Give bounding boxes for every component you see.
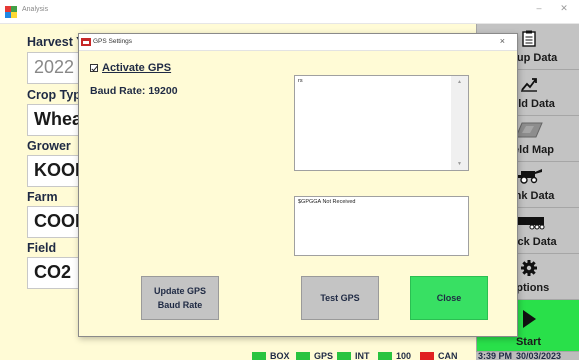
dialog-titlebar: GPS Settings × xyxy=(79,34,517,51)
app-logo-icon xyxy=(5,6,17,18)
status-time: 3:39 PM xyxy=(478,351,513,360)
activate-gps-label[interactable]: Activate GPS xyxy=(102,62,171,74)
baud-rate-text: Baud Rate: 19200 xyxy=(90,85,178,97)
status-gps: GPS xyxy=(296,352,333,360)
gps-settings-dialog: GPS Settings × Activate GPS Baud Rate: 1… xyxy=(78,33,518,337)
status-date: 30/03/2023 xyxy=(516,351,562,360)
status-label: BOX xyxy=(270,351,290,360)
status-box: BOX xyxy=(252,352,290,360)
sidebar-item-label: Start xyxy=(515,336,542,348)
gps-log-textbox[interactable]: rs ▲ ▼ xyxy=(294,75,469,171)
gps-status-textbox[interactable]: $GPGGA Not Received xyxy=(294,196,469,256)
grower-label: Grower xyxy=(27,139,71,153)
status-indicator xyxy=(252,352,266,360)
window-titlebar: Analysis – ✕ xyxy=(0,0,579,24)
status-label: CAN xyxy=(438,351,458,360)
status-indicator xyxy=(296,352,310,360)
status-indicator xyxy=(378,352,392,360)
farm-label: Farm xyxy=(27,190,58,204)
status-indicator xyxy=(337,352,351,360)
window-title: Analysis xyxy=(22,6,49,13)
status-100: 100 xyxy=(378,352,411,360)
status-clock: 3:39 PM 30/03/2023 xyxy=(478,352,561,360)
dialog-app-icon xyxy=(81,38,91,46)
activate-gps-checkbox[interactable] xyxy=(90,64,98,72)
status-int: INT xyxy=(337,352,370,360)
window-close-button[interactable]: ✕ xyxy=(557,3,571,14)
gps-status-text: $GPGGA Not Received xyxy=(298,199,356,205)
dialog-close-icon[interactable]: × xyxy=(500,36,505,46)
close-button[interactable]: Close xyxy=(410,276,488,320)
status-label: INT xyxy=(355,351,370,360)
update-gps-baud-rate-button[interactable]: Update GPS Baud Rate xyxy=(141,276,219,320)
scroll-down-icon[interactable]: ▼ xyxy=(451,161,468,167)
status-label: 100 xyxy=(396,351,412,360)
scroll-up-icon[interactable]: ▲ xyxy=(451,79,468,85)
dialog-title: GPS Settings xyxy=(93,38,133,45)
status-label: GPS xyxy=(314,351,334,360)
gps-log-text: rs xyxy=(298,78,303,84)
status-can: CAN xyxy=(420,352,458,360)
test-gps-button[interactable]: Test GPS xyxy=(301,276,379,320)
field-label: Field xyxy=(27,241,57,255)
status-bar: BOX GPS INT 100 CAN 3:39 PM 30/03/2023 xyxy=(0,352,579,360)
log-scrollbar[interactable]: ▲ ▼ xyxy=(451,76,468,170)
app-root: Analysis – ✕ Harvest Year 2022 Crop Type… xyxy=(0,0,579,360)
status-indicator xyxy=(420,352,434,360)
minimize-button[interactable]: – xyxy=(532,3,546,13)
